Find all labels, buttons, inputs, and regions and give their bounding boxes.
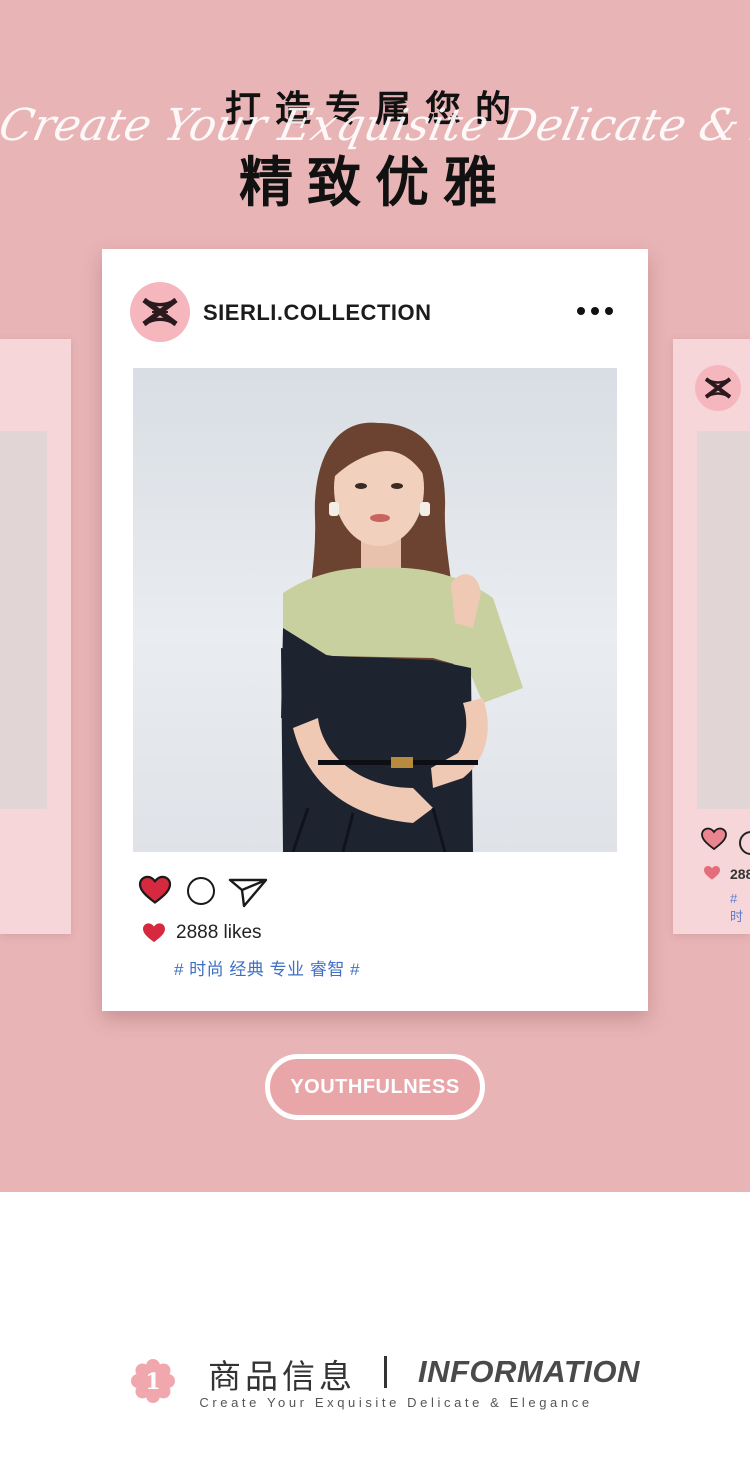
brand-logo-icon	[695, 365, 741, 411]
hashtags[interactable]: # 时	[730, 891, 750, 925]
comment-icon[interactable]	[187, 877, 215, 905]
comment-icon[interactable]	[739, 831, 750, 855]
headline-main: 精致优雅	[239, 151, 511, 214]
hero-banner: 打造专属您的 Create Your Exquisite Delicate & …	[0, 0, 750, 1192]
section-title-en: INFORMATION	[418, 1354, 640, 1389]
section-title-cn: 商品信息	[208, 1357, 356, 1396]
section-divider	[384, 1356, 387, 1388]
section-subtitle: Create Your Exquisite Delicate & Eleganc…	[199, 1395, 593, 1410]
heart-icon	[142, 922, 166, 949]
product-photo	[133, 368, 617, 852]
heart-icon[interactable]	[701, 827, 727, 856]
badge-number: 1	[145, 1369, 160, 1395]
side-card-right[interactable]: 288 # 时	[673, 339, 750, 934]
side-card-photo	[0, 431, 47, 809]
side-card-photo	[697, 431, 750, 809]
brand-name[interactable]: SIERLI.COLLECTION	[203, 300, 432, 326]
model-illustration	[281, 422, 523, 852]
heart-icon[interactable]	[138, 875, 172, 910]
side-card-left[interactable]	[0, 339, 71, 934]
post-card: SIERLI.COLLECTION 2888 likes # 时尚 经典 专业 …	[102, 249, 648, 1011]
send-icon[interactable]	[228, 876, 268, 913]
heart-icon	[703, 865, 721, 886]
hashtags[interactable]: # 时尚 经典 专业 睿智 #	[174, 955, 360, 980]
more-dots-icon[interactable]	[572, 301, 618, 321]
likes-count: 2888 likes	[176, 922, 262, 943]
brand-logo-icon[interactable]	[130, 282, 190, 342]
youthfulness-button[interactable]: YOUTHFULNESS	[265, 1054, 485, 1120]
likes-count: 288	[730, 866, 750, 882]
